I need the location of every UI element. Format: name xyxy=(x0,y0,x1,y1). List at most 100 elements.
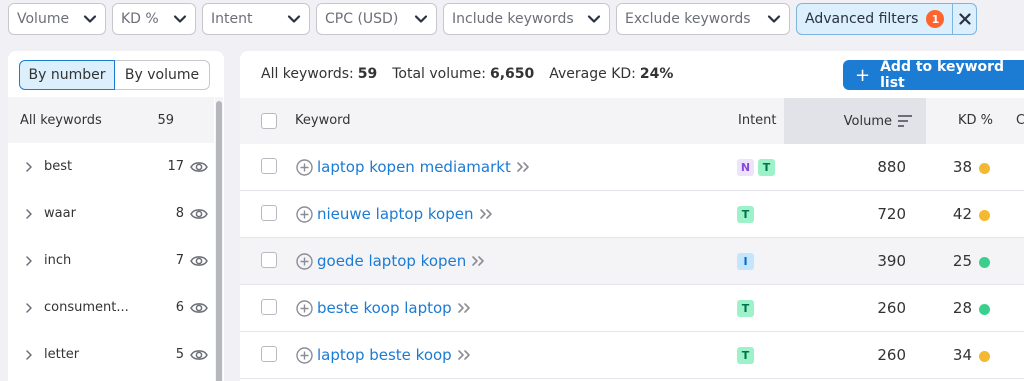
volume-cell: 880 xyxy=(877,158,906,176)
table-header: Keyword Intent Volume KD % C xyxy=(240,98,1024,144)
volume-cell: 260 xyxy=(877,346,906,364)
add-keyword-icon[interactable] xyxy=(296,300,313,317)
add-keyword-icon[interactable] xyxy=(296,253,313,270)
eye-icon[interactable] xyxy=(190,301,208,315)
keyword-text: laptop kopen mediamarkt xyxy=(317,158,511,176)
average-kd-label: Average KD: xyxy=(549,66,636,82)
keyword-group-name: inch xyxy=(44,253,72,268)
kd-cell: 38 xyxy=(952,158,972,176)
filter-label: Include keywords xyxy=(452,11,574,27)
keyword-link[interactable]: beste koop laptop xyxy=(317,299,471,317)
keyword-groups-panel: By number By volume All keywords 59 best… xyxy=(8,51,224,381)
filter-label: Intent xyxy=(211,11,253,27)
chevron-down-icon xyxy=(287,15,301,23)
kd-difficulty-dot xyxy=(979,351,990,362)
keyword-group-item[interactable]: waar 8 xyxy=(8,190,214,237)
add-keyword-icon[interactable] xyxy=(296,347,313,364)
filter-label: KD % xyxy=(121,11,159,27)
filter-cpc-usd-dropdown[interactable]: CPC (USD) xyxy=(316,3,437,35)
chevron-right-icon xyxy=(26,161,32,172)
intent-badges: T xyxy=(737,347,758,364)
select-all-checkbox[interactable] xyxy=(261,113,277,129)
table-row: laptop kopen mediamarkt N T 880 38 xyxy=(240,144,1024,191)
chevron-down-icon xyxy=(587,15,601,23)
kd-difficulty-dot xyxy=(979,257,990,268)
double-chevron-right-icon xyxy=(479,209,492,219)
groups-scrollbar-thumb[interactable] xyxy=(216,101,222,381)
intent-badge-t: T xyxy=(758,159,775,176)
keyword-link[interactable]: laptop kopen mediamarkt xyxy=(317,158,530,176)
keyword-link[interactable]: laptop beste koop xyxy=(317,346,471,364)
kd-column-header[interactable]: KD % xyxy=(958,113,993,128)
row-checkbox[interactable] xyxy=(261,205,277,221)
filter-include-keywords-dropdown[interactable]: Include keywords xyxy=(443,3,610,35)
plus-icon: + xyxy=(855,64,871,86)
filter-bar: Volume KD % Intent CPC (USD) Include keyword… xyxy=(8,3,978,35)
eye-icon[interactable] xyxy=(190,207,208,221)
chevron-right-icon xyxy=(26,255,32,266)
volume-cell: 720 xyxy=(877,205,906,223)
table-row: goede laptop kopen I 390 25 xyxy=(240,238,1024,285)
kd-cell: 28 xyxy=(952,299,972,317)
filter-kd-dropdown[interactable]: KD % xyxy=(112,3,196,35)
keyword-link[interactable]: goede laptop kopen xyxy=(317,252,485,270)
filter-intent-dropdown[interactable]: Intent xyxy=(202,3,310,35)
kd-cell: 42 xyxy=(952,205,972,223)
add-to-keyword-list-button[interactable]: + Add to keyword list xyxy=(843,59,1024,91)
all-keywords-count: 59 xyxy=(157,112,174,128)
keyword-group-item[interactable]: best 17 xyxy=(8,143,214,190)
keyword-column-header[interactable]: Keyword xyxy=(295,113,351,128)
table-row: nieuwe laptop kopen T 720 42 xyxy=(240,191,1024,238)
keyword-group-item[interactable]: consument... 6 xyxy=(8,284,214,331)
all-keywords-summary-value: 59 xyxy=(357,66,378,82)
keyword-group-item[interactable]: inch 7 xyxy=(8,237,214,284)
table-row: laptop beste koop T 260 34 xyxy=(240,332,1024,379)
chevron-right-icon xyxy=(26,208,32,219)
volume-column-header[interactable]: Volume xyxy=(784,98,926,144)
keyword-link[interactable]: nieuwe laptop kopen xyxy=(317,205,493,223)
add-to-keyword-list-label: Add to keyword list xyxy=(880,59,1005,91)
keyword-group-name: best xyxy=(44,159,73,174)
keyword-group-count: 17 xyxy=(167,159,184,174)
add-keyword-icon[interactable] xyxy=(296,206,313,223)
row-checkbox[interactable] xyxy=(261,158,277,174)
advanced-filters-group: Advanced filters 1 xyxy=(796,3,978,35)
intent-badges: NT xyxy=(737,159,779,176)
kd-difficulty-dot xyxy=(979,210,990,221)
eye-icon[interactable] xyxy=(190,254,208,268)
filter-volume-dropdown[interactable]: Volume xyxy=(8,3,106,35)
all-keywords-summary-label: All keywords: xyxy=(261,66,354,82)
by-volume-toggle[interactable]: By volume xyxy=(115,60,210,90)
chevron-right-icon xyxy=(26,349,32,360)
advanced-filters-button[interactable]: Advanced filters 1 xyxy=(796,3,954,35)
keyword-group-item[interactable]: letter 5 xyxy=(8,331,214,378)
filter-exclude-keywords-dropdown[interactable]: Exclude keywords xyxy=(616,3,790,35)
row-checkbox[interactable] xyxy=(261,252,277,268)
clear-advanced-filters-button[interactable] xyxy=(953,3,978,35)
table-row: beste koop laptop T 260 28 xyxy=(240,285,1024,332)
row-checkbox[interactable] xyxy=(261,346,277,362)
all-keywords-group[interactable]: All keywords 59 xyxy=(8,97,214,143)
intent-badges: T xyxy=(737,206,758,223)
intent-badges: I xyxy=(737,253,758,270)
intent-badge-t: T xyxy=(737,347,754,364)
eye-icon[interactable] xyxy=(190,160,208,174)
keyword-group-name: letter xyxy=(44,347,80,362)
total-volume-label: Total volume: xyxy=(392,66,486,82)
intent-badge-n: N xyxy=(737,159,754,176)
filter-label: CPC (USD) xyxy=(325,11,399,27)
chevron-down-icon xyxy=(767,15,781,23)
keyword-text: goede laptop kopen xyxy=(317,252,467,270)
intent-column-header[interactable]: Intent xyxy=(738,113,777,128)
intent-badges: T xyxy=(737,300,758,317)
keywords-table-panel: All keywords: 59 Total volume: 6,650 Ave… xyxy=(240,51,1024,381)
kd-difficulty-dot xyxy=(979,163,990,174)
volume-cell: 260 xyxy=(877,299,906,317)
eye-icon[interactable] xyxy=(190,348,208,362)
add-keyword-icon[interactable] xyxy=(296,159,313,176)
intent-badge-i: I xyxy=(737,253,754,270)
by-number-toggle[interactable]: By number xyxy=(19,60,115,90)
next-column-header[interactable]: C xyxy=(1016,113,1024,128)
kd-cell: 25 xyxy=(952,252,972,270)
row-checkbox[interactable] xyxy=(261,299,277,315)
